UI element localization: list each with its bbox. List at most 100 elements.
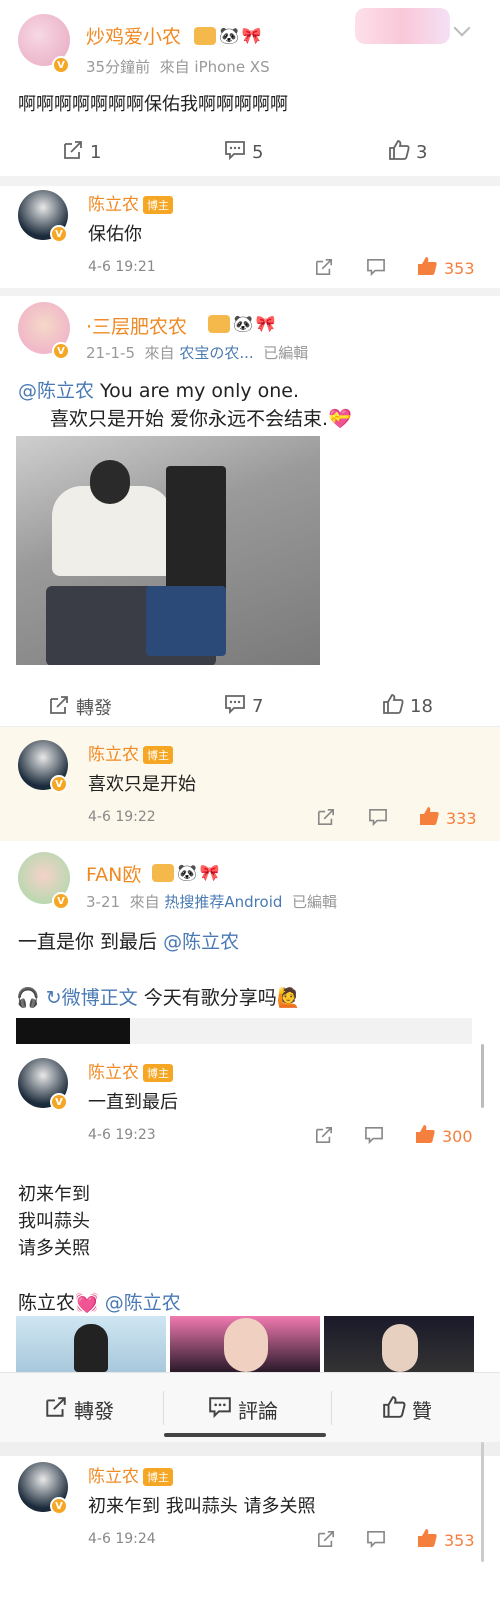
mention-link[interactable]: @陈立农 bbox=[18, 380, 94, 402]
thumbs-up-icon bbox=[382, 694, 404, 719]
comment-icon bbox=[208, 1396, 232, 1423]
edited-label: 已編輯 bbox=[263, 344, 309, 362]
verified-icon: V bbox=[52, 342, 70, 360]
author-badge: 博主 bbox=[143, 1064, 173, 1082]
thumbs-up-icon bbox=[388, 140, 410, 165]
thumbs-up-icon bbox=[414, 1124, 436, 1148]
like-count: 300 bbox=[442, 1126, 473, 1146]
post-meta: 35分鐘前 來自 iPhone XS bbox=[86, 56, 270, 77]
comment-icon[interactable] bbox=[368, 808, 388, 830]
mention-link[interactable]: @陈立农 bbox=[163, 931, 239, 953]
like-button[interactable]: 18 bbox=[382, 694, 433, 719]
comment-icon bbox=[224, 694, 246, 719]
thumbs-up-icon bbox=[418, 806, 440, 830]
comment-button[interactable]: 評論 bbox=[208, 1395, 278, 1424]
comment-icon[interactable] bbox=[366, 1530, 386, 1552]
author-badge: 博主 bbox=[143, 196, 173, 214]
divider bbox=[0, 176, 500, 186]
repost-button[interactable]: 1 bbox=[62, 140, 101, 165]
post-time: 21-1-5 bbox=[86, 344, 135, 362]
verified-icon: V bbox=[52, 56, 70, 74]
like-count: 18 bbox=[410, 696, 433, 717]
verified-icon: V bbox=[50, 1497, 68, 1515]
like-button[interactable]: 333 bbox=[418, 806, 477, 830]
comment-button[interactable]: 5 bbox=[224, 140, 263, 165]
reply-text: 喜欢只是开始 bbox=[88, 774, 196, 795]
divider bbox=[0, 1442, 500, 1456]
thumbs-up-icon bbox=[416, 256, 438, 280]
verified-icon: V bbox=[50, 1093, 68, 1111]
like-button[interactable]: 贊 bbox=[382, 1395, 432, 1424]
fan-badge-icon: 🎀 bbox=[241, 26, 262, 45]
member-crown-icon bbox=[194, 26, 216, 45]
repost-button[interactable]: 轉發 bbox=[48, 694, 112, 720]
username[interactable]: ·三层肥农农 bbox=[86, 312, 187, 339]
post-image[interactable] bbox=[324, 1316, 474, 1372]
member-crown-icon bbox=[152, 863, 174, 882]
divider bbox=[0, 288, 500, 296]
heart-icon: 💝 bbox=[328, 408, 352, 430]
post-source[interactable]: 农宝の农... bbox=[179, 344, 253, 362]
like-button[interactable]: 353 bbox=[416, 256, 475, 280]
repost-button[interactable]: 轉發 bbox=[44, 1395, 114, 1424]
user-badges: 🐼 🎀 bbox=[190, 25, 262, 45]
home-indicator bbox=[164, 1433, 326, 1437]
post-time: 3-21 bbox=[86, 893, 121, 911]
share-icon[interactable] bbox=[316, 1530, 336, 1552]
verified-icon: V bbox=[50, 775, 68, 793]
post-text-line2: 喜欢只是开始 爱你永远不会结束.💝 bbox=[50, 408, 352, 430]
reply-text: 一直到最后 bbox=[88, 1092, 178, 1113]
heart-icon: 💓 bbox=[75, 1292, 99, 1314]
post-image[interactable] bbox=[16, 436, 320, 665]
panda-icon: 🐼 bbox=[219, 26, 239, 45]
fan-badge-icon: 🎀 bbox=[255, 314, 276, 333]
like-button[interactable]: 3 bbox=[388, 140, 427, 165]
like-button[interactable]: 353 bbox=[416, 1528, 475, 1552]
user-badges: 🐼 🎀 bbox=[204, 313, 276, 333]
thumbs-up-icon bbox=[382, 1396, 406, 1423]
post-source[interactable]: 热搜推荐Android bbox=[164, 893, 282, 911]
username[interactable]: 炒鸡爱小农 bbox=[86, 22, 181, 49]
emoji-icon: 🙋 bbox=[276, 987, 301, 1009]
scrollbar[interactable] bbox=[481, 1044, 484, 1108]
fan-badge-icon: 🎀 bbox=[199, 863, 220, 882]
comment-icon bbox=[224, 140, 246, 165]
share-icon[interactable] bbox=[316, 808, 336, 830]
mention-link[interactable]: @陈立农 bbox=[105, 1292, 181, 1314]
like-button[interactable]: 300 bbox=[414, 1124, 473, 1148]
comment-icon[interactable] bbox=[364, 1126, 384, 1148]
username[interactable]: FAN欧 bbox=[86, 860, 141, 887]
post-time: 35分鐘前 bbox=[86, 58, 151, 76]
comment-button[interactable]: 7 bbox=[224, 694, 263, 719]
share-icon[interactable] bbox=[314, 1126, 334, 1148]
reply-username[interactable]: 陈立农 博主 bbox=[88, 1058, 173, 1083]
scrollbar[interactable] bbox=[481, 1442, 484, 1562]
link-icon: ↻ bbox=[45, 987, 62, 1009]
reply-text: 初来乍到 我叫蒜头 请多关照 bbox=[88, 1496, 316, 1517]
comment-count: 5 bbox=[252, 142, 264, 163]
weibo-link[interactable]: ↻微博正文 bbox=[46, 987, 138, 1009]
post-image[interactable] bbox=[16, 1316, 166, 1372]
headphones-icon: 🎧 bbox=[16, 987, 40, 1009]
reply-time: 4-6 19:22 bbox=[88, 809, 156, 825]
embedded-media-bar bbox=[130, 1018, 472, 1044]
reply-time: 4-6 19:24 bbox=[88, 1531, 156, 1547]
music-share: 🎧 ↻微博正文 今天有歌分享吗🙋 bbox=[16, 987, 301, 1009]
comment-count: 7 bbox=[252, 696, 264, 717]
post-text: 啊啊啊啊啊啊啊保佑我啊啊啊啊啊 bbox=[18, 94, 288, 115]
embedded-media[interactable] bbox=[16, 1018, 130, 1044]
chevron-down-icon[interactable] bbox=[453, 19, 471, 37]
reply-username[interactable]: 陈立农 博主 bbox=[88, 1462, 173, 1487]
repost-icon bbox=[48, 695, 70, 720]
reply-username[interactable]: 陈立农 博主 bbox=[88, 740, 173, 765]
bottom-toolbar: 轉發 評論 贊 bbox=[0, 1372, 500, 1442]
post-image[interactable] bbox=[170, 1316, 320, 1372]
reply-username[interactable]: 陈立农 博主 bbox=[88, 190, 173, 215]
comment-icon[interactable] bbox=[366, 258, 386, 280]
divider bbox=[163, 1391, 164, 1425]
thumbs-up-icon bbox=[416, 1528, 438, 1552]
share-icon[interactable] bbox=[314, 258, 334, 280]
repost-count: 1 bbox=[90, 142, 102, 163]
reply-time: 4-6 19:21 bbox=[88, 259, 156, 275]
edited-label: 已編輯 bbox=[291, 893, 337, 911]
